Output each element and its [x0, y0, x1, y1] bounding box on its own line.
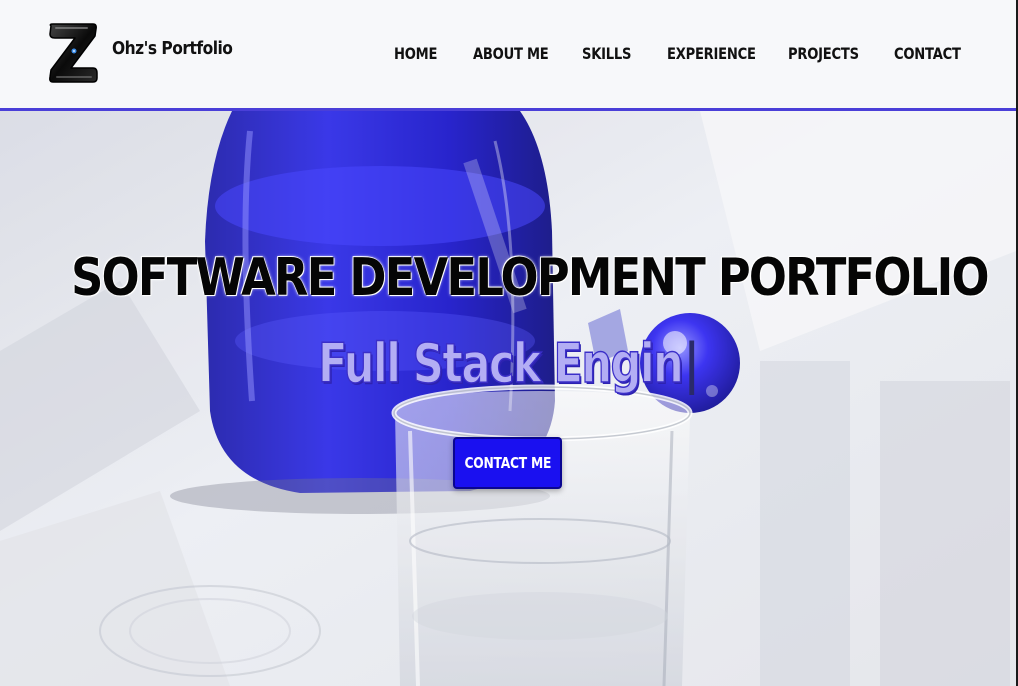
nav-experience[interactable]: EXPERIENCE: [667, 44, 756, 63]
portfolio-page: Ohz's Portfolio HOME ABOUT ME SKILLS EXP…: [0, 0, 1016, 686]
typing-cursor: |: [683, 332, 700, 395]
nav-skills[interactable]: SKILLS: [582, 44, 631, 63]
site-header: Ohz's Portfolio HOME ABOUT ME SKILLS EXP…: [0, 0, 1016, 111]
contact-me-label: CONTACT ME: [464, 454, 551, 472]
nav-contact[interactable]: CONTACT: [894, 44, 961, 63]
hero-typed-subtitle: Full Stack Engin|: [102, 331, 915, 396]
typed-text: Full Stack Engin: [317, 331, 684, 396]
nav-projects[interactable]: PROJECTS: [788, 44, 859, 63]
nav-home[interactable]: HOME: [394, 44, 437, 63]
hero-section: SOFTWARE DEVELOPMENT PORTFOLIO Full Stac…: [0, 111, 1016, 686]
contact-me-button[interactable]: CONTACT ME: [453, 437, 562, 489]
nav-about-me[interactable]: ABOUT ME: [473, 44, 549, 63]
main-nav: HOME ABOUT ME SKILLS EXPERIENCE PROJECTS…: [0, 44, 1016, 66]
hero-title: SOFTWARE DEVELOPMENT PORTFOLIO: [71, 248, 989, 308]
hero-background-image: [0, 111, 1016, 686]
